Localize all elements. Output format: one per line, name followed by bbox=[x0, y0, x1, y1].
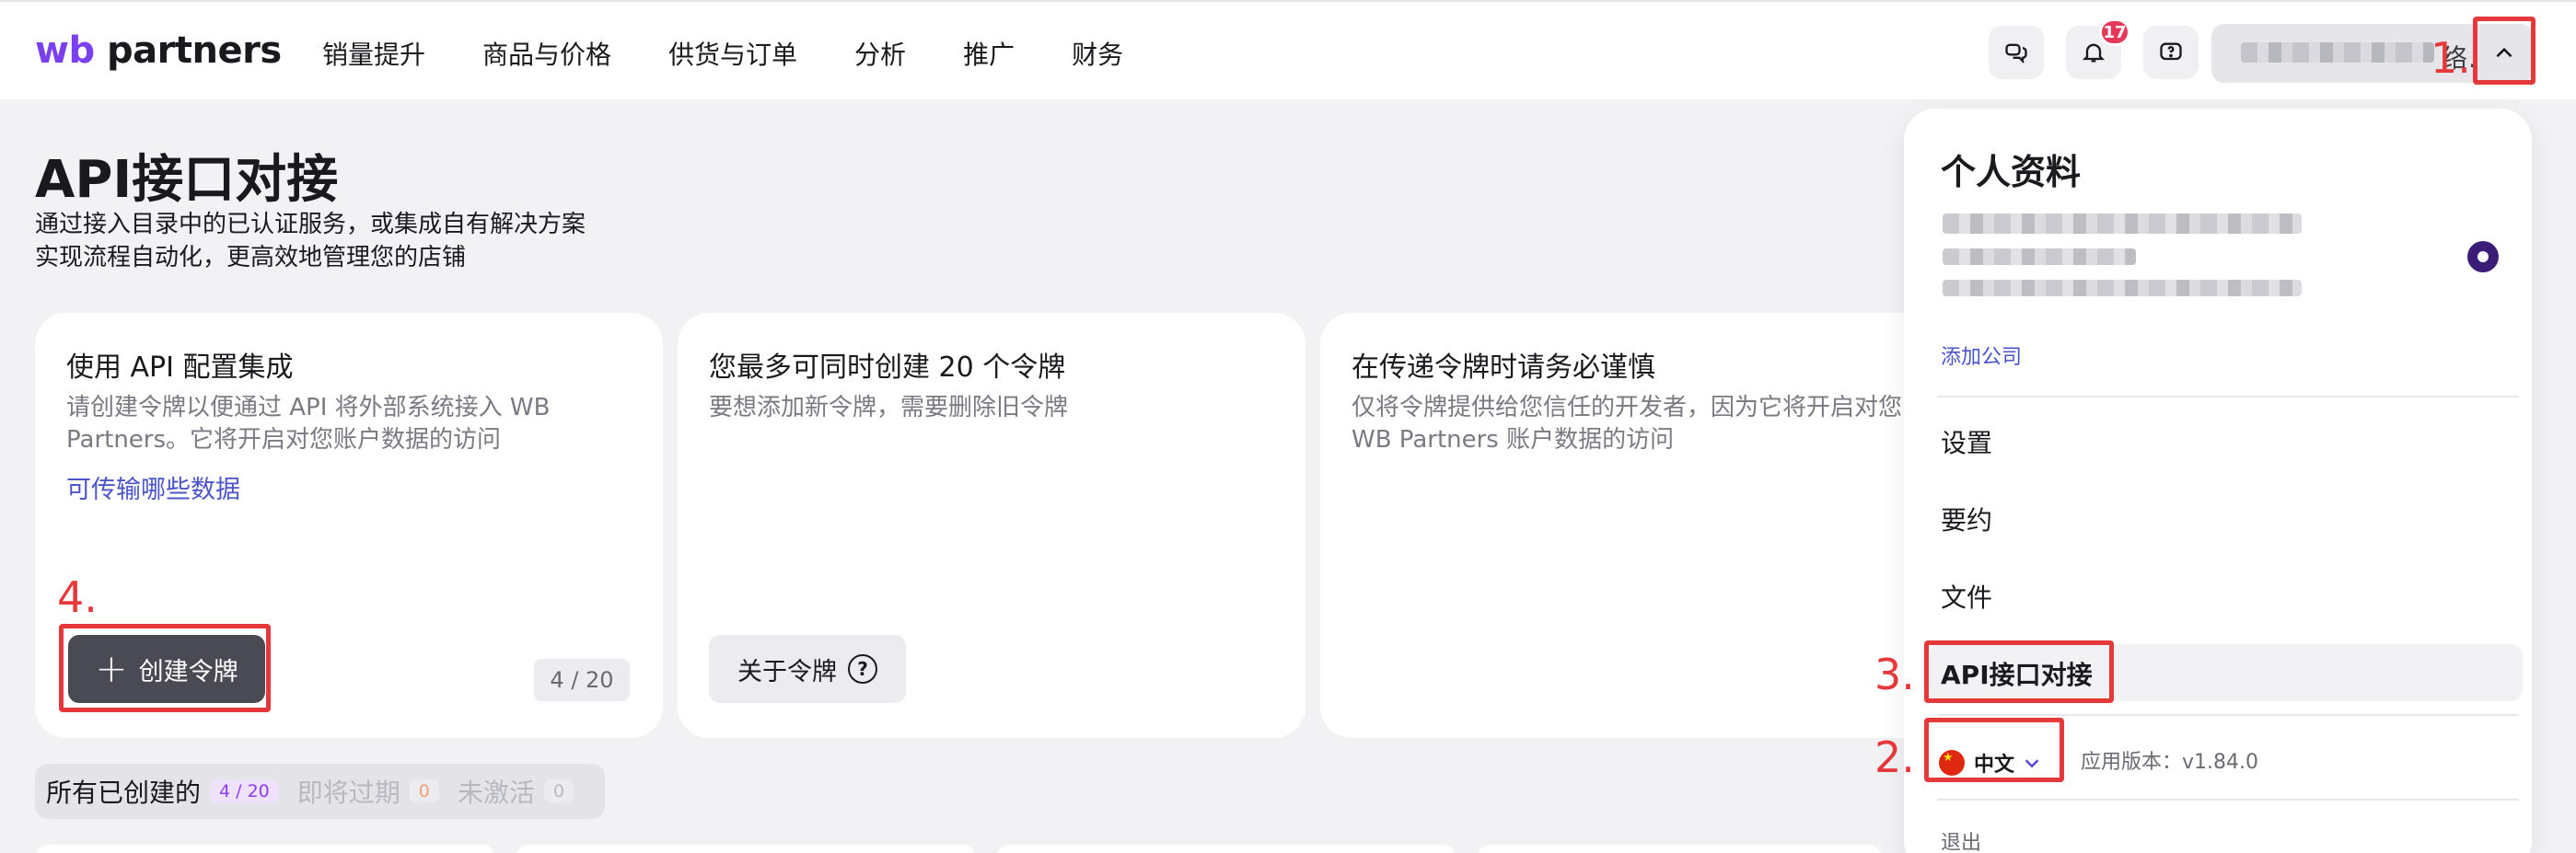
main-nav: 销量提升 商品与价格 供货与订单 分析 推广 财务 bbox=[322, 35, 1180, 72]
top-bar: wb partners 销量提升 商品与价格 供货与订单 分析 推广 财务 17… bbox=[0, 0, 2576, 99]
help-button[interactable] bbox=[2143, 26, 2199, 79]
card-title: 使用 API 配置集成 bbox=[66, 352, 294, 384]
tab-count: 4 / 20 bbox=[210, 779, 279, 803]
card-title: 在传递令牌时请务必谨慎 bbox=[1352, 352, 1655, 384]
tab-count: 0 bbox=[409, 779, 439, 803]
page-title: API接口对接 bbox=[35, 150, 339, 210]
card-text: 要想添加新令牌，需要删除旧令牌 bbox=[709, 394, 1069, 421]
token-card-stub bbox=[996, 845, 1456, 853]
chat-icon bbox=[2005, 43, 2027, 64]
wb-partners-logo[interactable]: wb partners bbox=[35, 29, 282, 72]
token-card-stub bbox=[35, 845, 495, 853]
about-tokens-button[interactable]: 关于令牌 ? bbox=[709, 635, 906, 703]
annotation-number-4: 4. bbox=[57, 572, 98, 622]
menu-item-offers[interactable]: 要约 bbox=[1941, 501, 1992, 537]
annotation-box-3 bbox=[1924, 640, 2114, 703]
blurred-account-name bbox=[2241, 42, 2434, 63]
tab-count: 0 bbox=[543, 779, 574, 803]
card-text: 仅将令牌提供给您信任的开发者，因为它将开启对您 WB Partners 账户数据… bbox=[1352, 394, 1903, 454]
annotation-number-1: 1. bbox=[2431, 33, 2471, 83]
notifications-button[interactable]: 17 bbox=[2066, 18, 2130, 79]
annotation-number-2: 2. bbox=[1874, 732, 1915, 782]
annotation-box-2 bbox=[1924, 718, 2064, 782]
card-text: 请创建令牌以便通过 API 将外部系统接入 WB Partners。它将开启对您… bbox=[66, 394, 551, 454]
chat-button[interactable] bbox=[1989, 26, 2044, 79]
nav-promotion[interactable]: 推广 bbox=[963, 35, 1015, 72]
blurred-company-name bbox=[1943, 213, 2302, 234]
page-subtitle: 通过接入目录中的已认证服务，或集成自有解决方案 实现流程自动化，更高效地管理您的… bbox=[35, 211, 586, 271]
selected-company-radio[interactable] bbox=[2467, 241, 2499, 272]
help-icon bbox=[2160, 42, 2182, 61]
transferable-data-link[interactable]: 可传输哪些数据 bbox=[66, 469, 240, 505]
token-card-stub bbox=[1477, 845, 1882, 853]
notification-badge: 17 bbox=[2099, 18, 2130, 46]
annotation-box-4 bbox=[59, 624, 271, 712]
tab-inactive[interactable]: 未激活 0 bbox=[458, 773, 574, 810]
blurred-company-detail bbox=[1943, 280, 2302, 296]
annotation-number-3: 3. bbox=[1874, 650, 1915, 699]
token-card-stub bbox=[516, 845, 976, 853]
token-limit-card: 您最多可同时创建 20 个令牌 要想添加新令牌，需要删除旧令牌 关于令牌 ? bbox=[678, 313, 1305, 738]
menu-divider bbox=[1937, 799, 2519, 801]
nav-supply-orders[interactable]: 供货与订单 bbox=[668, 35, 797, 72]
tab-expiring-soon[interactable]: 即将过期 0 bbox=[297, 773, 439, 810]
nav-analytics[interactable]: 分析 bbox=[854, 35, 906, 72]
tab-all-created[interactable]: 所有已创建的 4 / 20 bbox=[46, 773, 279, 810]
menu-divider bbox=[1937, 396, 2519, 398]
blurred-company-id bbox=[1943, 248, 2136, 265]
menu-divider bbox=[1937, 714, 2519, 716]
annotation-box-1 bbox=[2473, 17, 2535, 85]
token-filter-tabs: 所有已创建的 4 / 20 即将过期 0 未激活 0 bbox=[35, 764, 605, 819]
card-title: 您最多可同时创建 20 个令牌 bbox=[709, 352, 1066, 384]
token-counter: 4 / 20 bbox=[534, 659, 630, 701]
menu-item-settings[interactable]: 设置 bbox=[1941, 423, 1992, 460]
bell-icon bbox=[2082, 43, 2106, 63]
profile-title: 个人资料 bbox=[1941, 152, 2082, 192]
nav-products-prices[interactable]: 商品与价格 bbox=[482, 35, 611, 72]
question-icon: ? bbox=[848, 654, 877, 684]
nav-finance[interactable]: 财务 bbox=[1072, 35, 1123, 72]
logout-link[interactable]: 退出 bbox=[1941, 826, 1981, 853]
menu-item-documents[interactable]: 文件 bbox=[1941, 578, 1992, 615]
nav-sales-growth[interactable]: 销量提升 bbox=[322, 35, 425, 72]
add-company-link[interactable]: 添加公司 bbox=[1941, 340, 2022, 370]
app-version: 应用版本：v1.84.0 bbox=[2081, 751, 2258, 774]
token-caution-card: 在传递令牌时请务必谨慎 仅将令牌提供给您信任的开发者，因为它将开启对您 WB P… bbox=[1320, 313, 1948, 738]
